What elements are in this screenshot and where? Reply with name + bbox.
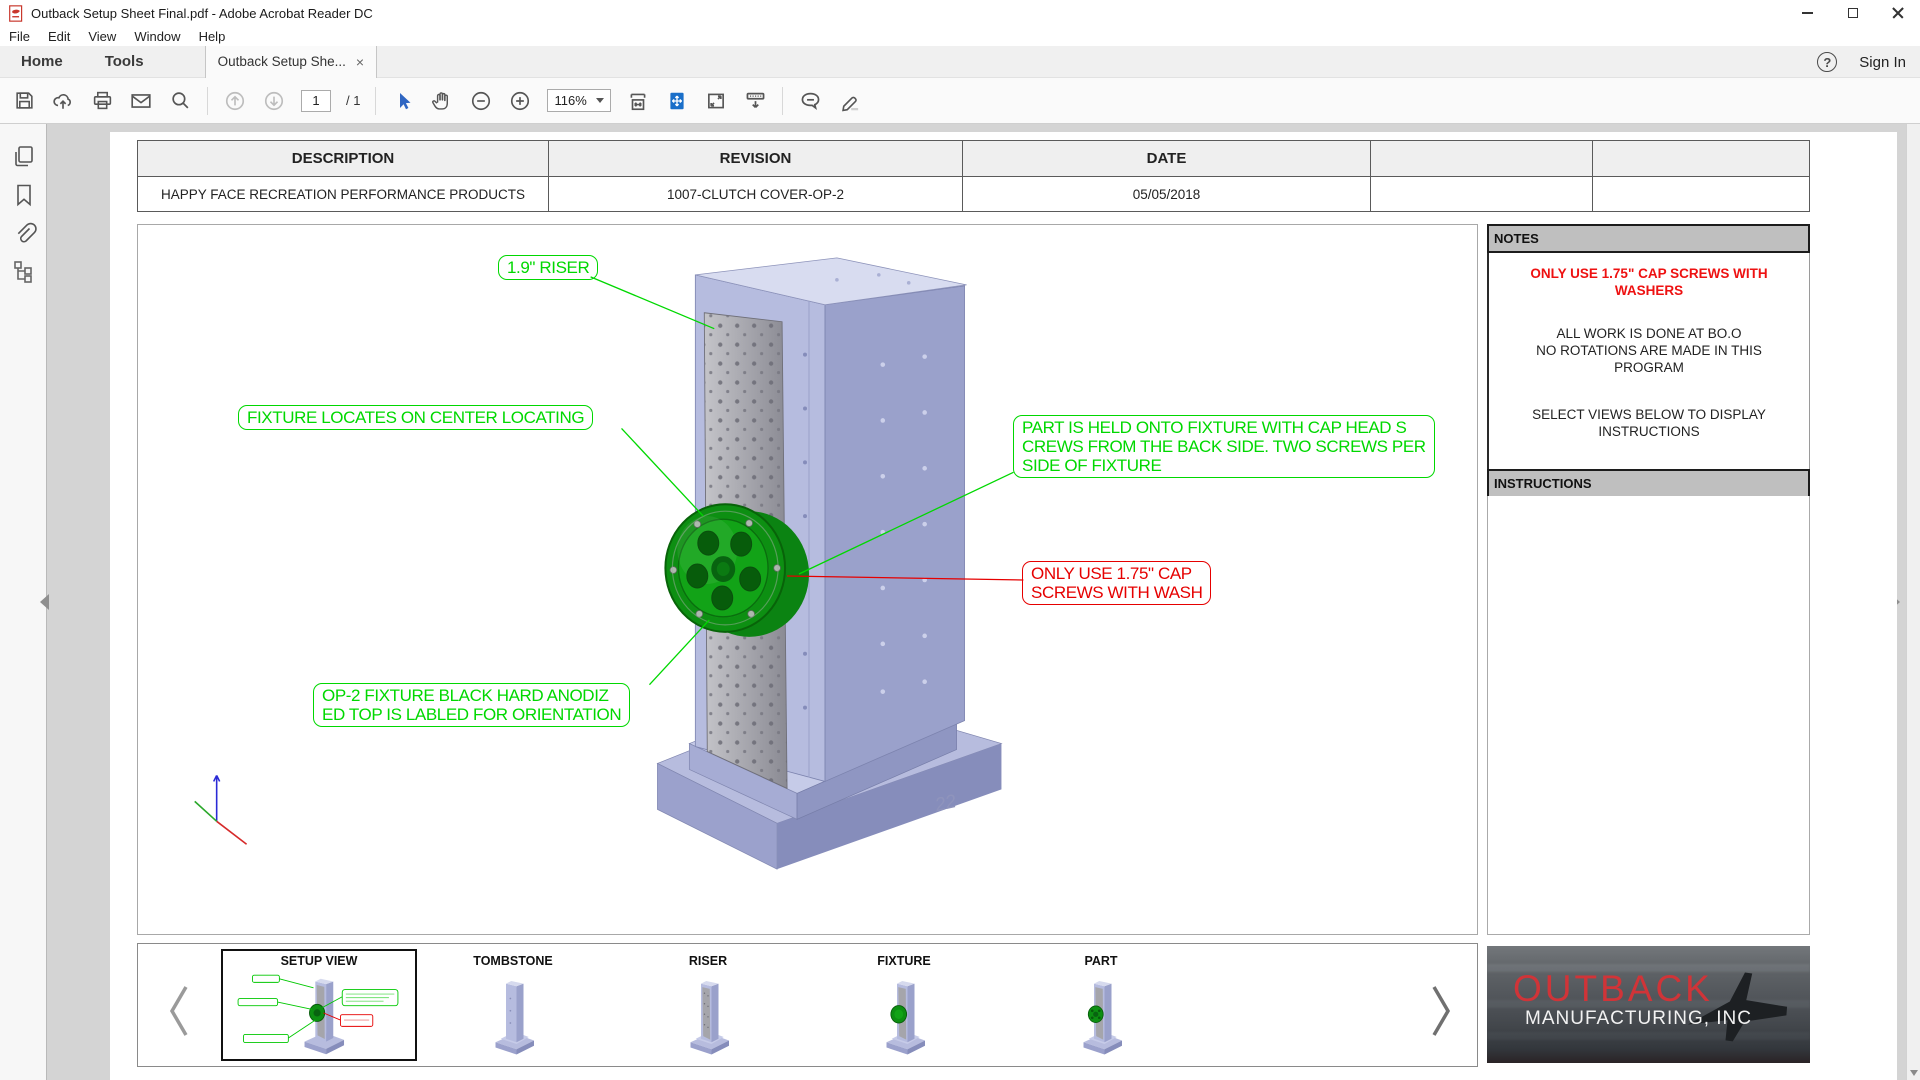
- view-thumb-tombstone[interactable]: [478, 970, 548, 1062]
- note-work: ALL WORK IS DONE AT BO.O NO ROTATIONS AR…: [1489, 325, 1809, 376]
- menu-window[interactable]: Window: [125, 29, 189, 44]
- menu-help[interactable]: Help: [190, 29, 235, 44]
- axis-triad-icon: [195, 775, 247, 844]
- instructions-title: INSTRUCTIONS: [1494, 476, 1592, 491]
- view-thumb-fixture[interactable]: [869, 970, 939, 1062]
- select-cursor-icon[interactable]: [391, 89, 415, 113]
- hand-tool-icon[interactable]: [430, 89, 454, 113]
- zoom-out-icon[interactable]: [469, 89, 493, 113]
- note-select-views: SELECT VIEWS BELOW TO DISPLAY INSTRUCTIO…: [1489, 406, 1809, 440]
- zoom-level-select[interactable]: 116%: [547, 89, 611, 112]
- thumb-label: SETUP VIEW: [223, 954, 415, 968]
- notes-title: NOTES: [1494, 231, 1539, 246]
- tab-tools[interactable]: Tools: [84, 53, 165, 70]
- window-title: Outback Setup Sheet Final.pdf - Adobe Ac…: [31, 6, 373, 21]
- thumb-label: RISER: [638, 954, 778, 968]
- view-thumb-part[interactable]: [1066, 970, 1136, 1062]
- tab-home[interactable]: Home: [0, 53, 84, 70]
- notes-panel-header: NOTES: [1487, 224, 1810, 253]
- tab-bar: Home Tools Outback Setup She... ×: [0, 46, 1920, 78]
- fullscreen-icon[interactable]: [704, 89, 728, 113]
- attachments-icon[interactable]: [11, 220, 37, 246]
- tab-close-icon[interactable]: ×: [356, 55, 364, 69]
- view-thumbnail-strip: SETUP VIEW: [137, 943, 1478, 1067]
- tab-document[interactable]: Outback Setup She... ×: [205, 46, 378, 78]
- minimize-icon[interactable]: [1785, 0, 1830, 26]
- vertical-scrollbar[interactable]: [1906, 124, 1920, 1080]
- col-revision: REVISION: [549, 141, 963, 177]
- menu-view[interactable]: View: [79, 29, 125, 44]
- logo-company-name: OUTBACK: [1513, 968, 1713, 1010]
- sign-in-button[interactable]: Sign In: [1859, 54, 1906, 71]
- instructions-panel-header: INSTRUCTIONS: [1487, 469, 1810, 498]
- menu-edit[interactable]: Edit: [39, 29, 79, 44]
- email-icon[interactable]: [129, 89, 153, 113]
- title-bar: Outback Setup Sheet Final.pdf - Adobe Ac…: [0, 0, 1920, 26]
- clutch-cover-part: [665, 504, 785, 632]
- view-thumb-setup[interactable]: SETUP VIEW: [221, 949, 417, 1061]
- note-warning: ONLY USE 1.75" CAP SCREWS WITH WASHERS: [1489, 265, 1809, 299]
- next-views-icon[interactable]: [1426, 982, 1454, 1040]
- toolbar: 1 / 1 116%: [0, 78, 1920, 124]
- print-icon[interactable]: [90, 89, 114, 113]
- callout-op2-fixture: OP-2 FIXTURE BLACK HARD ANODIZ ED TOP IS…: [313, 683, 630, 727]
- page-total-label: / 1: [346, 93, 360, 108]
- callout-fixture-locates: FIXTURE LOCATES ON CENTER LOCATING: [238, 405, 593, 430]
- tombstone-render: 22: [138, 225, 1477, 934]
- callout-cap-screws-warning: ONLY USE 1.75" CAP SCREWS WITH WASH: [1022, 561, 1211, 605]
- tab-document-label: Outback Setup She...: [218, 54, 346, 69]
- thumb-label: PART: [1031, 954, 1171, 968]
- cell-empty-2: [1593, 177, 1809, 211]
- col-empty-1: [1371, 141, 1593, 177]
- pdf-file-icon: [8, 5, 25, 22]
- col-empty-2: [1593, 141, 1809, 177]
- close-icon[interactable]: [1875, 0, 1920, 26]
- page-number-input[interactable]: 1: [301, 90, 331, 112]
- callout-riser: 1.9" RISER: [498, 255, 598, 280]
- bookmarks-icon[interactable]: [11, 182, 37, 208]
- page-thumbnails-icon[interactable]: [11, 144, 37, 170]
- company-logo: OUTBACK MANUFACTURING, INC: [1487, 946, 1810, 1063]
- next-page-icon[interactable]: [262, 89, 286, 113]
- cell-revision: 1007-CLUTCH COVER-OP-2: [549, 177, 963, 211]
- cell-date: 05/05/2018: [963, 177, 1371, 211]
- col-description: DESCRIPTION: [138, 141, 549, 177]
- search-icon[interactable]: [168, 89, 192, 113]
- previous-views-icon[interactable]: [166, 982, 194, 1040]
- collapse-left-panel-icon[interactable]: [40, 594, 49, 610]
- notes-panel-body: ONLY USE 1.75" CAP SCREWS WITH WASHERS A…: [1487, 253, 1810, 469]
- 3d-viewport[interactable]: 22 1.9" RISER FIXTURE LOCAT: [137, 224, 1478, 935]
- cloud-upload-icon[interactable]: [51, 89, 75, 113]
- chevron-down-icon: [596, 98, 604, 103]
- save-icon[interactable]: [12, 89, 36, 113]
- thumb-label: TOMBSTONE: [443, 954, 583, 968]
- thumb-label: FIXTURE: [834, 954, 974, 968]
- zoom-in-icon[interactable]: [508, 89, 532, 113]
- menu-file[interactable]: File: [0, 29, 39, 44]
- instructions-panel-body: [1487, 496, 1810, 935]
- logo-subtitle: MANUFACTURING, INC: [1525, 1008, 1752, 1030]
- fit-page-icon[interactable]: [665, 89, 689, 113]
- info-table: DESCRIPTION REVISION DATE HAPPY FACE REC…: [137, 140, 1810, 212]
- model-tree-icon[interactable]: [11, 258, 37, 284]
- pdf-page: DESCRIPTION REVISION DATE HAPPY FACE REC…: [110, 132, 1897, 1080]
- acrobat-window: Outback Setup Sheet Final.pdf - Adobe Ac…: [0, 0, 1920, 1080]
- comment-icon[interactable]: [798, 89, 822, 113]
- menu-bar: File Edit View Window Help: [0, 26, 1920, 46]
- zoom-level-value: 116%: [554, 93, 586, 108]
- fit-width-icon[interactable]: [626, 89, 650, 113]
- maximize-icon[interactable]: [1830, 0, 1875, 26]
- previous-page-icon[interactable]: [223, 89, 247, 113]
- cell-description: HAPPY FACE RECREATION PERFORMANCE PRODUC…: [138, 177, 549, 211]
- highlighter-icon[interactable]: [837, 89, 861, 113]
- help-icon[interactable]: ?: [1817, 52, 1837, 72]
- presentation-icon[interactable]: [743, 89, 767, 113]
- col-date: DATE: [963, 141, 1371, 177]
- view-thumb-riser[interactable]: [673, 970, 743, 1062]
- scroll-down-icon[interactable]: [1910, 1070, 1918, 1076]
- callout-part-held: PART IS HELD ONTO FIXTURE WITH CAP HEAD …: [1013, 415, 1435, 478]
- cell-empty-1: [1371, 177, 1593, 211]
- setup-view-preview: [223, 968, 413, 1056]
